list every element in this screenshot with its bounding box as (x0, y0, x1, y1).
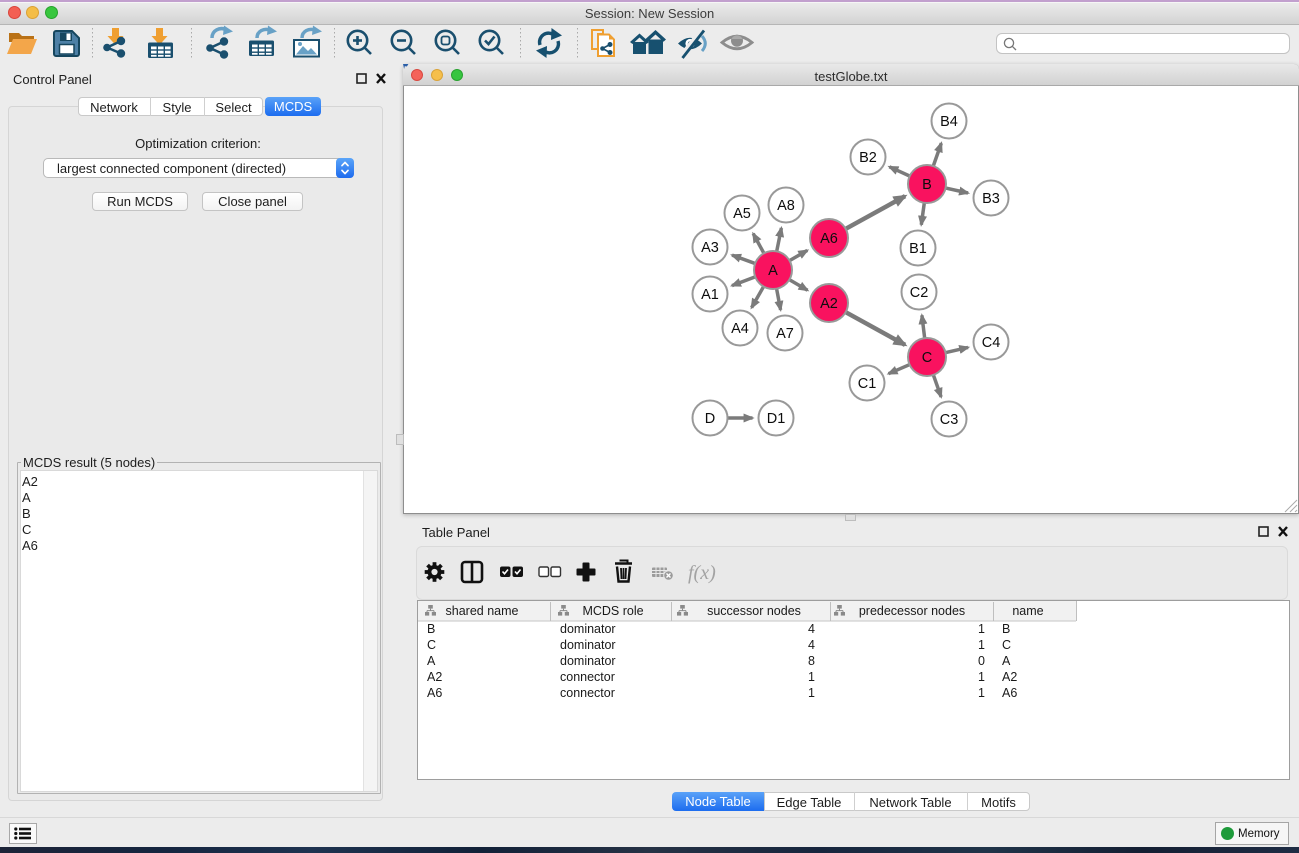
svg-text:A8: A8 (777, 198, 795, 214)
svg-text:D1: D1 (767, 411, 786, 427)
svg-text:1: 1 (808, 686, 815, 700)
svg-text:4: 4 (808, 622, 815, 636)
svg-text:name: name (1012, 604, 1043, 618)
svg-text:shared name: shared name (446, 604, 519, 618)
svg-text:A2: A2 (427, 670, 442, 684)
svg-text:B: B (1002, 622, 1010, 636)
svg-text:A2: A2 (1002, 670, 1017, 684)
svg-text:1: 1 (808, 670, 815, 684)
svg-text:C4: C4 (982, 335, 1001, 351)
svg-text:1: 1 (978, 638, 985, 652)
svg-text:B4: B4 (940, 114, 958, 130)
svg-text:C1: C1 (858, 376, 877, 392)
svg-text:8: 8 (808, 654, 815, 668)
svg-text:dominator: dominator (560, 638, 616, 652)
svg-text:1: 1 (978, 686, 985, 700)
svg-text:dominator: dominator (560, 622, 616, 636)
svg-text:A6: A6 (820, 231, 838, 247)
svg-text:B3: B3 (982, 191, 1000, 207)
svg-text:C: C (427, 638, 436, 652)
svg-text:4: 4 (808, 638, 815, 652)
svg-text:A3: A3 (701, 240, 719, 256)
svg-text:A6: A6 (427, 686, 442, 700)
svg-text:C: C (1002, 638, 1011, 652)
svg-text:D: D (705, 411, 715, 427)
svg-text:A: A (427, 654, 436, 668)
svg-text:B1: B1 (909, 241, 927, 257)
svg-text:MCDS role: MCDS role (582, 604, 643, 618)
svg-text:B: B (922, 177, 932, 193)
svg-text:A4: A4 (731, 321, 749, 337)
svg-text:1: 1 (978, 622, 985, 636)
svg-text:C2: C2 (910, 285, 929, 301)
svg-text:C: C (922, 350, 932, 366)
svg-text:f(x): f(x) (688, 562, 716, 584)
svg-text:A1: A1 (701, 287, 719, 303)
svg-text:A6: A6 (1002, 686, 1017, 700)
svg-text:A: A (768, 263, 778, 279)
svg-text:connector: connector (560, 686, 615, 700)
svg-text:connector: connector (560, 670, 615, 684)
svg-text:C3: C3 (940, 412, 959, 428)
svg-text:A2: A2 (820, 296, 838, 312)
svg-text:dominator: dominator (560, 654, 616, 668)
svg-text:A7: A7 (776, 326, 794, 342)
svg-text:B2: B2 (859, 150, 877, 166)
svg-text:A5: A5 (733, 206, 751, 222)
svg-text:B: B (427, 622, 435, 636)
svg-text:successor nodes: successor nodes (707, 604, 801, 618)
svg-text:0: 0 (978, 654, 985, 668)
svg-text:1: 1 (978, 670, 985, 684)
svg-text:A: A (1002, 654, 1011, 668)
svg-text:predecessor nodes: predecessor nodes (859, 604, 965, 618)
